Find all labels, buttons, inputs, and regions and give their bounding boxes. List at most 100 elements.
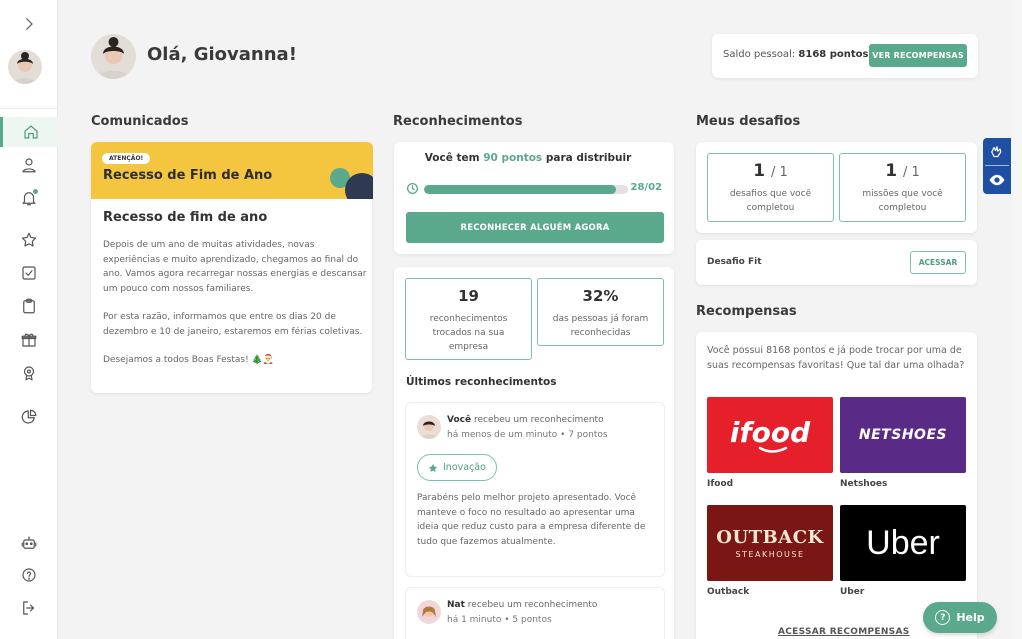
contrast-button[interactable]: [983, 166, 1011, 194]
sidebar-item-profile[interactable]: [0, 151, 58, 179]
feed-title: Você recebeu um reconhecimento: [447, 415, 604, 425]
decor-circle: [345, 173, 373, 199]
desafios-count: 1 / 1: [753, 161, 788, 181]
value-chip[interactable]: Inovação: [417, 454, 497, 481]
comunicado-card[interactable]: ATENÇÃO! Recesso de Fim de Ano Recesso d…: [91, 142, 373, 393]
ver-recompensas-button[interactable]: VER RECOMPENSAS: [869, 44, 967, 67]
reward-outback[interactable]: OUTBACK STEAKHOUSE: [707, 505, 833, 581]
comunicado-banner: ATENÇÃO! Recesso de Fim de Ano: [91, 142, 373, 199]
greeting-title: Olá, Giovanna!: [147, 44, 297, 65]
sidebar-item-bot[interactable]: [0, 529, 58, 557]
robot-icon: [21, 536, 37, 549]
sidebar-item-clipboard[interactable]: [0, 292, 58, 320]
feed-item[interactable]: Você recebeu um reconhecimento há menos …: [406, 403, 664, 576]
desafios-label: desafios que você completou: [729, 189, 812, 213]
recompensas-title: Recompensas: [696, 304, 797, 319]
done-count: 1: [885, 161, 898, 181]
reward-label: Outback: [707, 587, 750, 597]
sidebar-item-reports[interactable]: [0, 403, 58, 431]
feed-item[interactable]: Nat recebeu um reconhecimento há 1 minut…: [406, 588, 664, 639]
help-label: Help: [956, 611, 985, 624]
reward-ifood[interactable]: ifood: [707, 397, 833, 473]
checkbox-icon: [22, 266, 36, 280]
reconhecimentos-card: 19 reconhecimentos trocados na sua empre…: [394, 267, 674, 639]
reward-label: Netshoes: [840, 479, 888, 489]
star-icon: [21, 232, 37, 247]
feed-meta: há menos de um minuto • 7 pontos: [447, 430, 608, 440]
comunicado-paragraph: Depois de um ano de muitas atividades, n…: [103, 240, 367, 294]
outback-logo: OUTBACK: [716, 527, 824, 548]
outback-logo-sub: STEAKHOUSE: [735, 550, 805, 559]
missoes-box: 1 / 1 missões que você completou: [839, 153, 966, 222]
stat-box: 19 reconhecimentos trocados na sua empre…: [405, 278, 532, 360]
feed-message: Parabéns pelo melhor projeto apresentado…: [417, 493, 646, 547]
banner-title: Recesso de Fim de Ano: [103, 168, 273, 183]
sidebar-item-logout[interactable]: [0, 594, 58, 622]
pie-chart-icon: [21, 409, 37, 424]
chip-label: Inovação: [443, 462, 486, 473]
distribuir-prefix: Você tem: [424, 152, 480, 164]
reward-netshoes[interactable]: NETSHOES: [840, 397, 966, 473]
sidebar-item-help[interactable]: [0, 561, 58, 589]
sidebar-item-notifications[interactable]: [0, 184, 58, 212]
saldo-text: Saldo pessoal: 8168 pontos: [723, 49, 868, 60]
notification-dot: [33, 189, 38, 194]
stat-label: reconhecimentos trocados na sua empresa: [429, 314, 508, 352]
banner-tag: ATENÇÃO!: [102, 153, 151, 164]
feed-who: Você: [447, 415, 472, 425]
recompensas-card: Você possui 8168 pontos e já pode trocar…: [696, 332, 977, 639]
sidebar-item-home[interactable]: [0, 117, 58, 147]
missoes-label: missões que você completou: [862, 189, 943, 213]
sidebar: [0, 0, 58, 639]
clipboard-icon: [23, 298, 35, 314]
scrollbar[interactable]: [1012, 0, 1022, 639]
comunicados-title: Comunicados: [91, 114, 189, 129]
help-circle-icon: [22, 568, 36, 582]
sidebar-item-favorites[interactable]: [0, 226, 58, 254]
expand-sidebar-button[interactable]: [0, 10, 58, 38]
reconhecer-button[interactable]: RECONHECER ALGUÉM AGORA: [406, 212, 664, 243]
sidebar-item-tasks[interactable]: [0, 259, 58, 287]
desafios-card: 1 / 1 desafios que você completou 1 / 1 …: [696, 142, 977, 233]
sidebar-item-gifts[interactable]: [0, 326, 58, 354]
help-button[interactable]: ? Help: [923, 602, 997, 633]
stat-box: 32% das pessoas já foram reconhecidas: [537, 278, 664, 346]
saldo-value: 8168 pontos: [798, 49, 869, 60]
help-icon: ?: [935, 610, 951, 625]
total-count: 1: [779, 165, 788, 180]
netshoes-logo: NETSHOES: [858, 427, 948, 443]
feed-who: Nat: [447, 600, 465, 610]
star-icon: [428, 463, 438, 472]
saldo-card: Saldo pessoal: 8168 pontos VER RECOMPENS…: [712, 34, 978, 78]
acessar-recompensas-link[interactable]: ACESSAR RECOMPENSAS: [778, 627, 910, 637]
user-icon: [22, 158, 36, 173]
sidebar-avatar[interactable]: [8, 50, 42, 84]
stat-value: 19: [458, 287, 479, 305]
distribuir-points: 90 pontos: [483, 152, 543, 164]
distribuir-text: Você tem 90 pontos para distribuir: [394, 152, 662, 164]
distribuir-suffix: para distribuir: [545, 152, 632, 164]
sidebar-divider: [0, 108, 58, 109]
medal-icon: [23, 366, 35, 381]
comunicado-body: Depois de um ano de muitas atividades, n…: [103, 238, 367, 382]
clock-icon: [406, 182, 419, 195]
desafio-item: Desafio Fit ACESSAR: [696, 240, 977, 285]
stat-value: 32%: [582, 287, 619, 305]
sidebar-item-awards[interactable]: [0, 359, 58, 387]
accessibility-widget: [983, 138, 1011, 194]
uber-logo: Uber: [866, 523, 940, 562]
stat-label: das pessoas já foram reconhecidas: [552, 314, 649, 338]
reward-uber[interactable]: Uber: [840, 505, 966, 581]
desafios-box: 1 / 1 desafios que você completou: [707, 153, 834, 222]
desafio-name: Desafio Fit: [707, 257, 762, 267]
user-avatar[interactable]: [91, 34, 136, 79]
missoes-count: 1 / 1: [885, 161, 920, 181]
feed-avatar: [417, 600, 441, 624]
reward-label: Ifood: [707, 479, 734, 489]
saldo-label: Saldo pessoal:: [723, 49, 796, 60]
desafios-title: Meus desafios: [696, 114, 801, 129]
sign-language-button[interactable]: [983, 138, 1011, 166]
distribuir-card: Você tem 90 pontos para distribuir 28/02…: [394, 142, 674, 254]
ifood-logo: ifood: [730, 416, 811, 453]
acessar-desafio-button[interactable]: ACESSAR: [910, 251, 966, 274]
